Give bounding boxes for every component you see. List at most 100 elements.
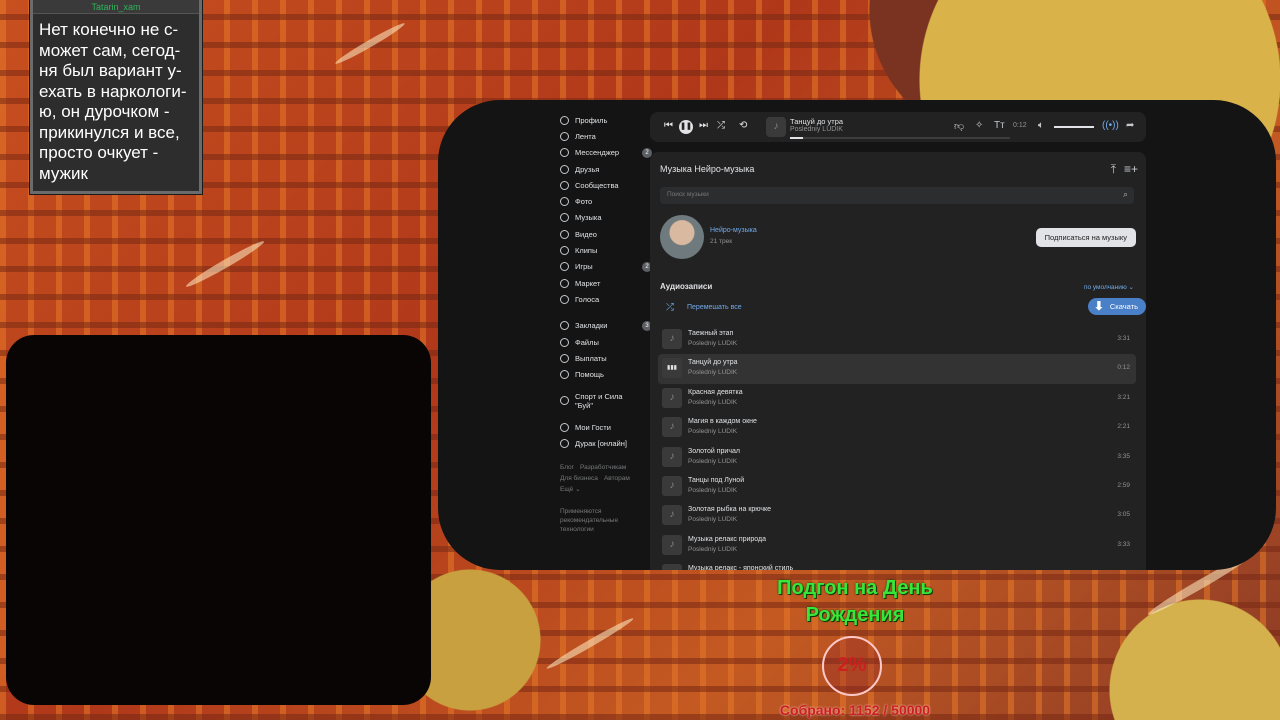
download-icon: ⬇ [1093,299,1104,313]
sidebar-item-5[interactable]: Фото [560,193,640,209]
sidebar-item2-3[interactable]: Помощь [560,366,640,382]
track-row[interactable]: ♪ Музыка релакс природа Posledniy LUDIK 3:3… [658,531,1136,560]
avatar[interactable] [660,215,704,259]
search-icon[interactable]: ⌕ [1123,189,1128,200]
menu-icon [560,438,569,448]
track-row[interactable]: ♪ Музыка релакс - японский стиль [658,560,1136,570]
artist-name[interactable]: Нейро-музыка [710,227,757,234]
pause-button[interactable]: ❚❚ [679,120,693,134]
track-cover-icon: ♪ [766,117,786,137]
track-artist[interactable]: Posledniy LUDIK [688,428,737,435]
share-icon[interactable]: ➦ [1126,120,1134,131]
track-row[interactable]: ♪ Таежный этап Posledniy LUDIK 3:31 [658,325,1136,354]
vk-window: Профиль Лента Мессенджер 2 Друзья Сообщества Ф… [438,100,1276,570]
sidebar-item-label: Маркет [575,278,601,288]
track-artist[interactable]: Posledniy LUDIK [688,516,737,523]
sidebar-item-7[interactable]: Видео [560,226,640,242]
track-duration: 0:12 [1117,364,1130,372]
download-button[interactable]: ⬇ Скачать [1087,298,1146,315]
track-row[interactable]: ♪ Красная девятка Posledniy LUDIK 3:21 [658,384,1136,413]
dislike-icon[interactable]: 👎︎ [954,120,964,132]
sidebar-item2-0[interactable]: Закладки 3 [560,318,652,334]
footer-link-more[interactable]: Ещё ⌄ [560,484,581,495]
sidebar-app-0[interactable]: Мои Гости [560,419,640,435]
progress-bar[interactable] [790,137,1010,139]
player-track-artist[interactable]: Posledniy LUDIK [790,126,843,133]
sidebar-item-label: Дурак [онлайн] [575,438,627,448]
music-note-icon[interactable]: ♪ [662,475,682,496]
sidebar-item-1[interactable]: Лента [560,128,640,144]
track-row[interactable]: ♪ Танцы под Луной Posledniy LUDIK 2:59 [658,472,1136,501]
sidebar-item-label: Файлы [575,337,599,347]
next-icon[interactable]: ⏭ [699,120,708,131]
shuffle-icon[interactable]: ⤮ [717,120,725,131]
player-time: 0:12 [1013,122,1027,129]
sidebar-item-label: Выплаты [575,353,607,363]
menu-icon [560,353,569,363]
music-note-icon[interactable]: ♪ [662,564,682,570]
track-artist[interactable]: Posledniy LUDIK [688,399,737,406]
music-note-icon[interactable]: ♪ [662,505,682,526]
footer-link-dev[interactable]: Разработчикам [580,462,626,473]
track-row[interactable]: ♪ Золотой причал Posledniy LUDIK 3:35 [658,443,1136,472]
sidebar-item2-2[interactable]: Выплаты [560,350,640,366]
sidebar-item-label: Голоса [575,294,600,304]
track-title: Музыка релакс природа [688,535,767,543]
track-duration: 3:31 [1117,335,1130,342]
sidebar-item-10[interactable]: Маркет [560,275,640,291]
playing-icon[interactable]: ▮▮▮ [662,358,682,379]
volume-icon[interactable]: 🔈︎ [1038,120,1044,131]
sidebar-item-3[interactable]: Друзья [560,161,640,177]
clips-icon [560,246,569,256]
audio-player: ⏮ ❚❚ ⏭ ⤮ ⟲ ♪ Танцуй до утра Posledniy LU… [650,112,1146,142]
sidebar-item-8[interactable]: Клипы [560,242,640,258]
repeat-icon[interactable]: ⟲ [739,120,747,131]
lyrics-icon[interactable]: Tт [994,120,1005,131]
upload-icon[interactable]: ⤒ [1111,162,1116,177]
volume-slider[interactable] [1054,126,1094,128]
track-duration: 3:21 [1117,393,1130,401]
search-input[interactable]: Поиск музыки ⌕ [660,187,1134,204]
music-note-icon[interactable]: ♪ [662,534,682,555]
music-note-icon[interactable]: ♪ [662,446,682,467]
track-artist[interactable]: Posledniy LUDIK [688,369,737,376]
track-artist[interactable]: Posledniy LUDIK [688,340,737,347]
menu-icon [560,422,569,432]
track-artist[interactable]: Posledniy LUDIK [688,458,737,465]
music-note-icon[interactable]: ♪ [662,417,682,438]
subscribe-button[interactable]: Подписаться на музыку [1035,228,1136,247]
broadcast-icon[interactable]: ((•)) [1102,120,1119,131]
previous-icon[interactable]: ⏮ [664,120,673,131]
sidebar-item-11[interactable]: Голоса [560,291,640,307]
sparkle-icon[interactable]: ✧ [975,120,983,131]
track-row[interactable]: ▮▮▮ Танцуй до утра Posledniy LUDIK 0:12 [658,354,1136,384]
footer-link-business[interactable]: Для бизнеса [560,473,598,484]
sort-dropdown[interactable]: по умолчанию ⌄ [1084,283,1134,291]
sidebar-item-0[interactable]: Профиль [560,112,640,128]
sidebar-item-9[interactable]: Игры 2 [560,259,652,275]
footer-link-blog[interactable]: Блог [560,462,574,473]
track-title: Магия в каждом окне [688,418,757,426]
track-list: ♪ Таежный этап Posledniy LUDIK 3:31 ▮▮▮ Танцу… [658,325,1136,570]
sidebar-app-1[interactable]: Дурак [онлайн] [560,435,640,451]
shuffle-all-icon[interactable]: ⤮ [666,302,674,313]
sidebar-item-label: Видео [575,229,597,239]
chat-message: Нет конечно не с-может сам, сегод-ня был… [39,20,187,183]
sidebar-item2-1[interactable]: Файлы [560,334,640,350]
track-artist[interactable]: Posledniy LUDIK [688,546,737,553]
track-duration: 3:35 [1117,452,1130,460]
track-artist[interactable]: Posledniy LUDIK [688,487,737,494]
artist-card: Нейро-музыка 21 трек [660,215,757,259]
playlist-add-icon[interactable]: ≡+ [1124,162,1138,176]
footer-link-authors[interactable]: Авторам [604,473,630,484]
sidebar-item-2[interactable]: Мессенджер 2 [560,145,652,161]
sidebar-item-group[interactable]: Спорт и Сила "Буй" [560,392,640,410]
track-row[interactable]: ♪ Магия в каждом окне Posledniy LUDIK 2:21 [658,413,1136,442]
sidebar-item-label: Друзья [575,164,600,174]
music-note-icon[interactable]: ♪ [662,387,682,408]
shuffle-all-button[interactable]: Перемешать все [687,304,742,311]
sidebar-item-4[interactable]: Сообщества [560,177,640,193]
music-note-icon[interactable]: ♪ [662,329,682,349]
track-row[interactable]: ♪ Золотая рыбка на крючке Posledniy LUDIK 3… [658,501,1136,530]
sidebar-item-6[interactable]: Музыка [560,210,640,226]
